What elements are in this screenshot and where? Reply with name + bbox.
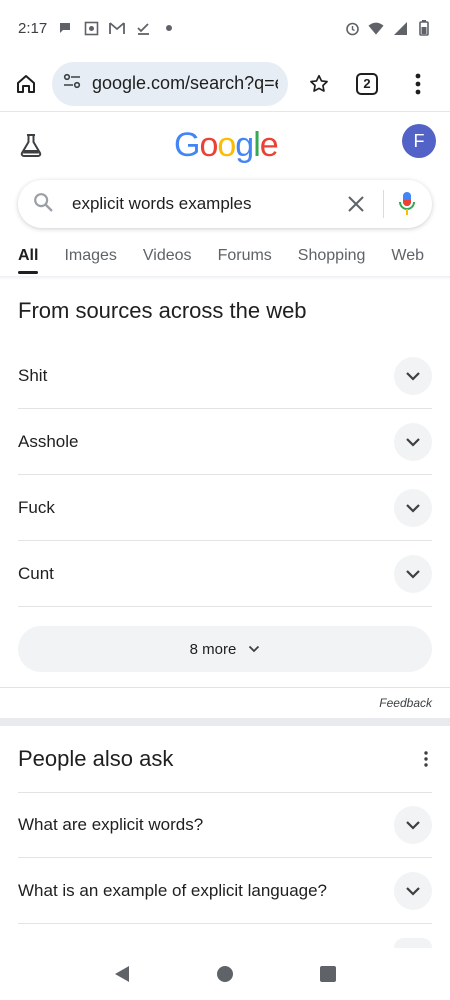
- tab-shopping[interactable]: Shopping: [298, 240, 366, 276]
- expand-button[interactable]: [394, 356, 432, 395]
- show-more-button[interactable]: 8 more: [18, 626, 432, 672]
- home-button[interactable]: [10, 68, 42, 100]
- feedback-link[interactable]: Feedback: [379, 696, 432, 710]
- logo-letter: G: [174, 126, 200, 164]
- tab-forums[interactable]: Forums: [218, 240, 272, 276]
- back-triangle-icon: [114, 966, 129, 982]
- home-nav-button[interactable]: [213, 962, 237, 986]
- more-vert-icon: [424, 751, 428, 767]
- list-item-label: Asshole: [18, 431, 79, 451]
- expand-button[interactable]: [394, 806, 432, 844]
- divider: [0, 687, 450, 688]
- recents-square-icon: [320, 966, 337, 982]
- google-header: Google F: [0, 120, 450, 172]
- tab-images[interactable]: Images: [64, 240, 116, 276]
- url-text: google.com/search?q=e: [92, 73, 278, 93]
- paa-options-button[interactable]: [418, 749, 434, 769]
- expand-button[interactable]: [394, 422, 432, 461]
- expand-button[interactable]: [394, 488, 432, 527]
- google-logo[interactable]: Google: [174, 126, 279, 165]
- show-more-label: 8 more: [189, 640, 237, 658]
- list-item[interactable]: Shit: [18, 343, 432, 409]
- dot-icon: [161, 20, 177, 36]
- list-item[interactable]: Asshole: [18, 409, 432, 475]
- checkmark-download-icon: [135, 20, 151, 36]
- list-item[interactable]: Cunt: [18, 541, 432, 607]
- search-input[interactable]: explicit words examples: [72, 194, 343, 214]
- status-bar: 2:17: [0, 0, 450, 56]
- star-icon: [310, 74, 328, 92]
- expand-button[interactable]: [394, 938, 432, 948]
- logo-letter: g: [235, 126, 254, 164]
- tabs-shadow: [0, 276, 450, 280]
- logo-letter: o: [217, 126, 236, 164]
- gmail-icon: [109, 20, 126, 36]
- tab-web[interactable]: Web: [391, 240, 424, 276]
- voice-search-button[interactable]: [396, 190, 418, 218]
- account-avatar[interactable]: F: [402, 124, 436, 158]
- divider: [383, 190, 384, 218]
- list-item-label: Cunt: [18, 563, 54, 583]
- list-item-label: Fuck: [18, 497, 55, 517]
- signal-icon: [392, 20, 408, 36]
- list-item[interactable]: Fuck: [18, 475, 432, 541]
- more-vert-icon: [415, 73, 421, 94]
- chevron-down-icon: [406, 821, 420, 830]
- microphone-icon: [399, 192, 415, 215]
- question-label: What are explicit words?: [18, 815, 204, 834]
- tab-all[interactable]: All: [18, 240, 39, 276]
- browser-menu-button[interactable]: [408, 69, 428, 99]
- chevron-down-icon: [249, 645, 260, 653]
- home-circle-icon: [216, 966, 233, 982]
- logo-letter: e: [259, 126, 279, 164]
- wifi-icon: [368, 20, 384, 36]
- system-navigation-bar: [0, 948, 450, 1000]
- bookmark-button[interactable]: [304, 69, 334, 99]
- search-icon: [32, 191, 54, 218]
- address-bar[interactable]: google.com/search?q=e: [52, 61, 288, 106]
- labs-flask-icon[interactable]: [18, 132, 44, 158]
- section-separator: [0, 718, 450, 726]
- chevron-down-icon: [406, 503, 420, 513]
- expand-button[interactable]: [394, 871, 432, 910]
- recents-button[interactable]: [316, 962, 340, 986]
- expand-button[interactable]: [394, 554, 432, 593]
- search-tabs: All Images Videos Forums Shopping Web: [0, 240, 450, 276]
- clear-search-button[interactable]: [343, 191, 369, 217]
- chevron-down-icon: [406, 371, 420, 381]
- paa-section-title: People also ask: [18, 746, 174, 771]
- list-item-label: Shit: [18, 365, 48, 385]
- status-time: 2:17: [18, 19, 48, 37]
- question-label: What is an example of explicit language?: [18, 880, 328, 900]
- close-icon: [348, 196, 364, 212]
- screenshot-icon: [83, 20, 99, 36]
- sources-section-title: From sources across the web: [18, 298, 307, 323]
- logo-letter: o: [199, 126, 218, 164]
- battery-icon: [416, 20, 432, 36]
- question-item[interactable]: What is an example of explicit language?: [18, 858, 432, 924]
- chevron-down-icon: [406, 569, 420, 579]
- back-button[interactable]: [110, 962, 134, 986]
- question-item[interactable]: What are explicit words?: [18, 792, 432, 858]
- tab-switcher-button[interactable]: 2: [356, 72, 378, 95]
- chat-bubble-icon: [57, 20, 73, 36]
- search-box[interactable]: explicit words examples: [18, 180, 432, 228]
- alarm-icon: [344, 20, 360, 36]
- tab-videos[interactable]: Videos: [143, 240, 192, 276]
- site-settings-icon[interactable]: [62, 71, 82, 96]
- home-icon: [17, 74, 35, 93]
- browser-toolbar: google.com/search?q=e 2: [0, 56, 450, 112]
- chevron-down-icon: [406, 886, 420, 896]
- chevron-down-icon: [406, 437, 420, 447]
